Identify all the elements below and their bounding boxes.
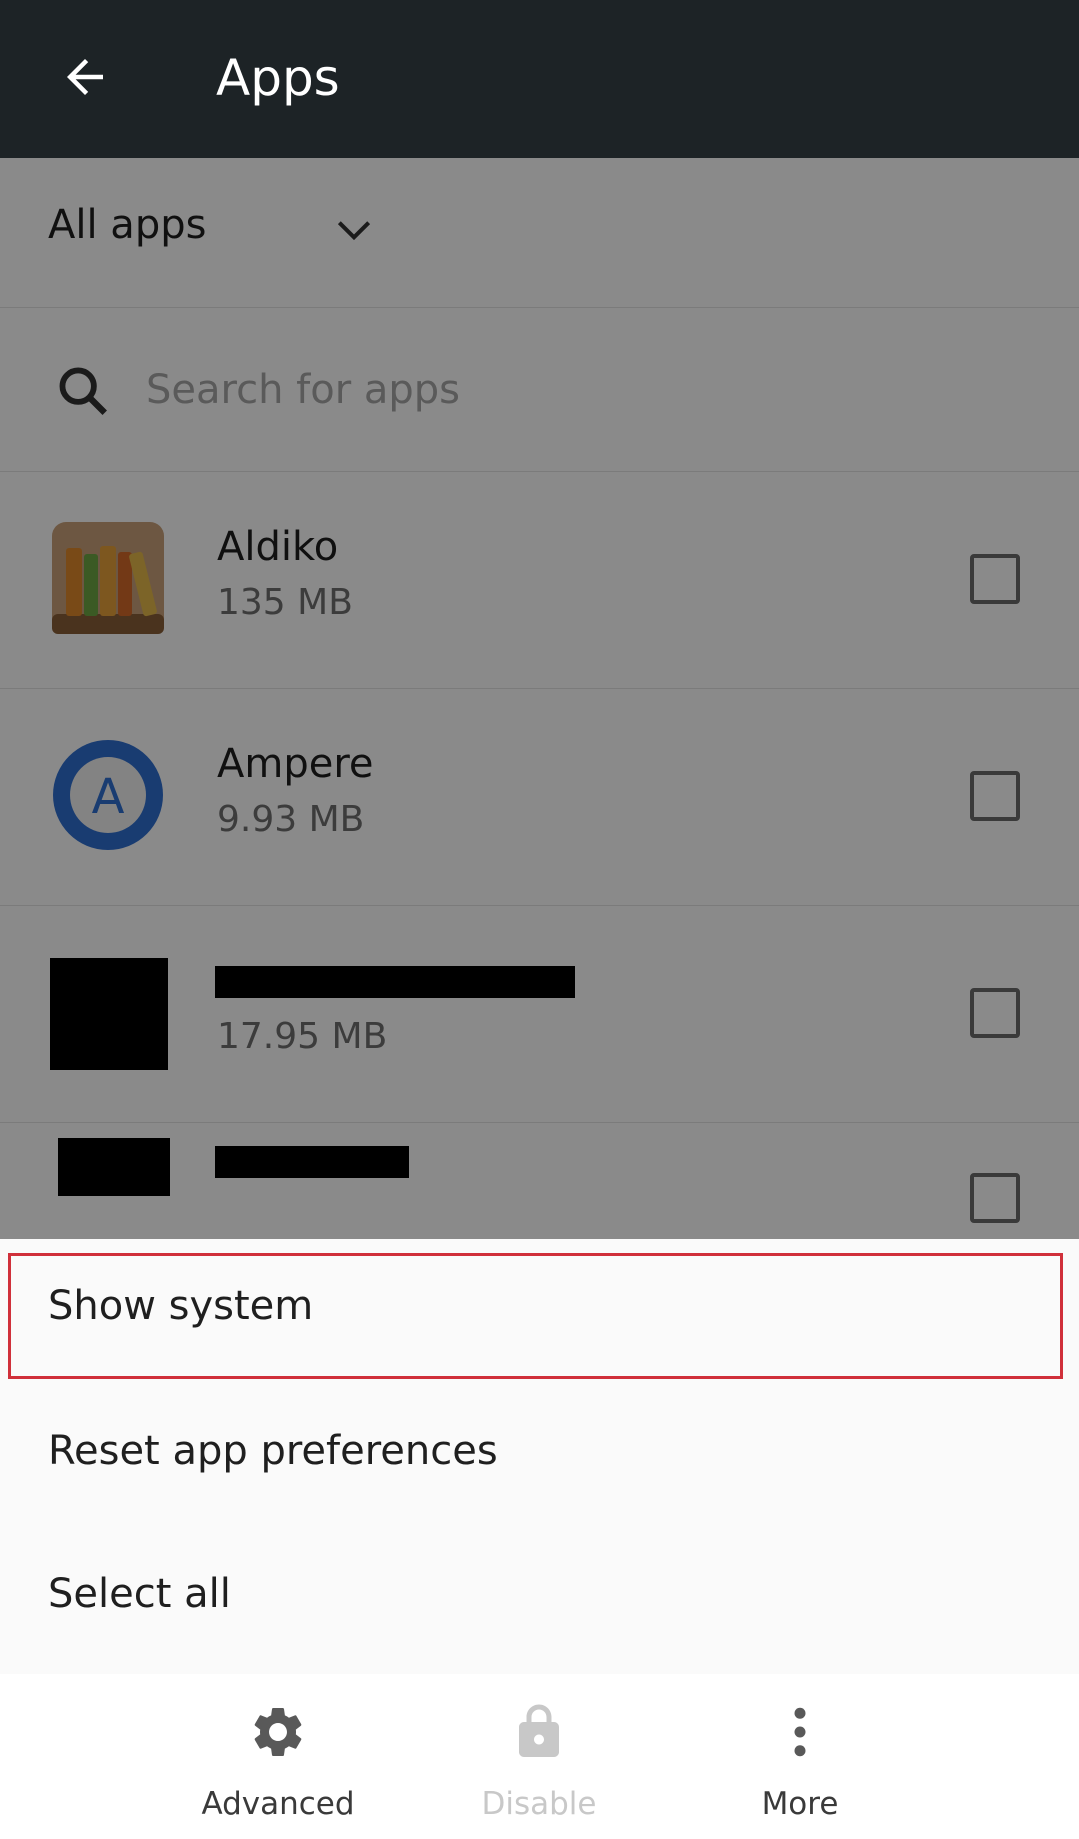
lock-icon xyxy=(519,1704,559,1757)
menu-item-show-system[interactable]: Show system xyxy=(0,1239,1079,1379)
advanced-button[interactable]: Advanced xyxy=(148,1674,408,1839)
gear-icon xyxy=(254,1708,302,1756)
disable-button[interactable]: Disable xyxy=(409,1674,669,1839)
more-button[interactable]: More xyxy=(670,1674,930,1839)
more-vert-icon xyxy=(794,1707,806,1757)
menu-item-label: Show system xyxy=(48,1283,314,1329)
more-label: More xyxy=(761,1786,839,1822)
disable-label: Disable xyxy=(481,1786,597,1822)
menu-item-label: Select all xyxy=(48,1571,231,1617)
page-title: Apps xyxy=(216,49,340,107)
dim-overlay[interactable] xyxy=(0,158,1079,1239)
menu-item-select-all[interactable]: Select all xyxy=(0,1527,1079,1667)
bottom-action-bar: Advanced Disable More xyxy=(0,1674,1079,1839)
back-arrow-icon[interactable] xyxy=(58,50,112,104)
menu-item-label: Reset app preferences xyxy=(48,1428,498,1474)
app-bar: Apps xyxy=(0,0,1079,158)
overflow-menu: Show system Reset app preferences Select… xyxy=(0,1239,1079,1675)
menu-item-reset-app-preferences[interactable]: Reset app preferences xyxy=(0,1384,1079,1524)
advanced-label: Advanced xyxy=(201,1786,355,1822)
